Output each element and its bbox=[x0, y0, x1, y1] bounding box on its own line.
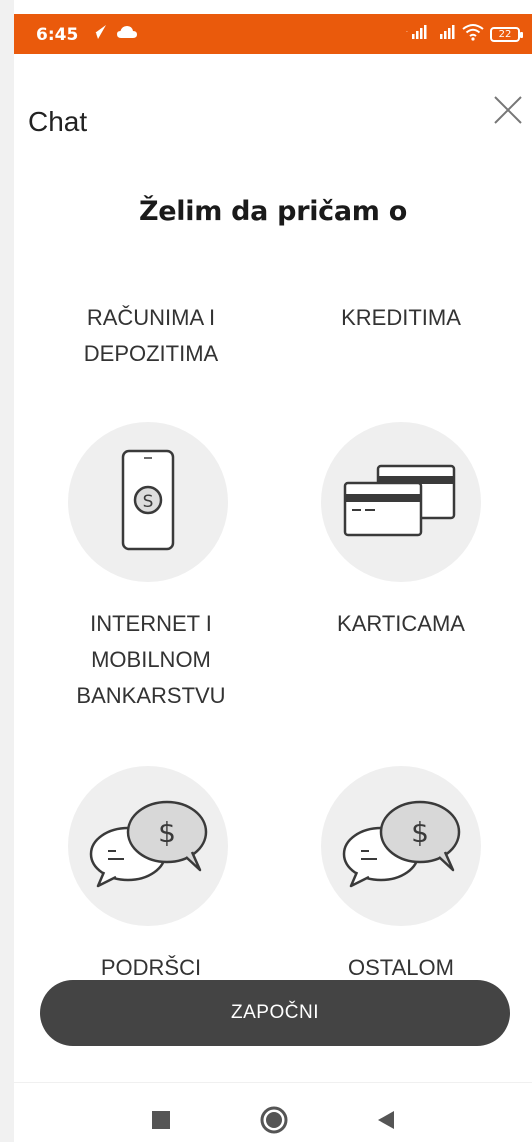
back-button[interactable] bbox=[356, 1083, 416, 1142]
wifi-icon bbox=[462, 23, 484, 46]
credit-cards-icon bbox=[343, 464, 456, 537]
recents-square-icon bbox=[152, 1111, 170, 1129]
topic-label: RAČUNIMA I DEPOZITIMA bbox=[83, 305, 219, 366]
topic-icon-ostalom[interactable]: $ bbox=[321, 766, 481, 926]
status-time: 6:45 bbox=[36, 25, 79, 45]
topic-kreditima[interactable]: KREDITIMA bbox=[276, 300, 526, 340]
start-button[interactable]: ZAPOČNI bbox=[40, 980, 510, 1046]
chat-title: Chat bbox=[28, 106, 88, 137]
svg-text:$: $ bbox=[158, 816, 176, 849]
cloud-icon bbox=[116, 24, 138, 45]
close-button[interactable] bbox=[492, 94, 524, 126]
chat-bubbles-dollar-icon: $ bbox=[342, 800, 461, 888]
chat-topic-screen: 6:45 . 22 Chat Želim da pričam o RAČUNIM… bbox=[14, 0, 532, 1142]
chat-bubbles-dollar-icon: $ bbox=[89, 800, 208, 888]
close-icon bbox=[494, 96, 522, 124]
recents-button[interactable] bbox=[131, 1083, 191, 1142]
page-heading: Želim da pričam o bbox=[139, 196, 407, 227]
paper-plane-icon bbox=[86, 23, 108, 46]
topic-icon-karticama[interactable] bbox=[321, 422, 481, 582]
mobile-payment-icon: S bbox=[121, 449, 175, 551]
topic-label: KARTICAMA bbox=[337, 611, 465, 636]
svg-text:.: . bbox=[406, 27, 408, 34]
topic-icon-internet[interactable]: S bbox=[68, 422, 228, 582]
topic-label: INTERNET I MOBILNOM BANKARSTVU bbox=[76, 611, 226, 708]
topic-icon-podrsci[interactable]: $ bbox=[68, 766, 228, 926]
signal-icon: . bbox=[406, 24, 428, 45]
signal-icon bbox=[434, 24, 456, 45]
topic-label: KREDITIMA bbox=[341, 305, 461, 330]
battery-icon: 22 bbox=[490, 26, 523, 42]
topic-internet[interactable]: INTERNET I MOBILNOM BANKARSTVU bbox=[26, 606, 276, 716]
svg-text:S: S bbox=[143, 492, 154, 512]
home-button[interactable] bbox=[244, 1083, 304, 1142]
status-bar: 6:45 . 22 bbox=[14, 14, 532, 54]
home-circle-icon bbox=[260, 1106, 288, 1134]
topic-racunima[interactable]: RAČUNIMA I DEPOZITIMA bbox=[26, 300, 276, 380]
back-triangle-icon bbox=[378, 1111, 394, 1129]
svg-text:$: $ bbox=[411, 816, 429, 849]
navigation-bar bbox=[14, 1082, 532, 1142]
topic-karticama[interactable]: KARTICAMA bbox=[276, 606, 526, 646]
